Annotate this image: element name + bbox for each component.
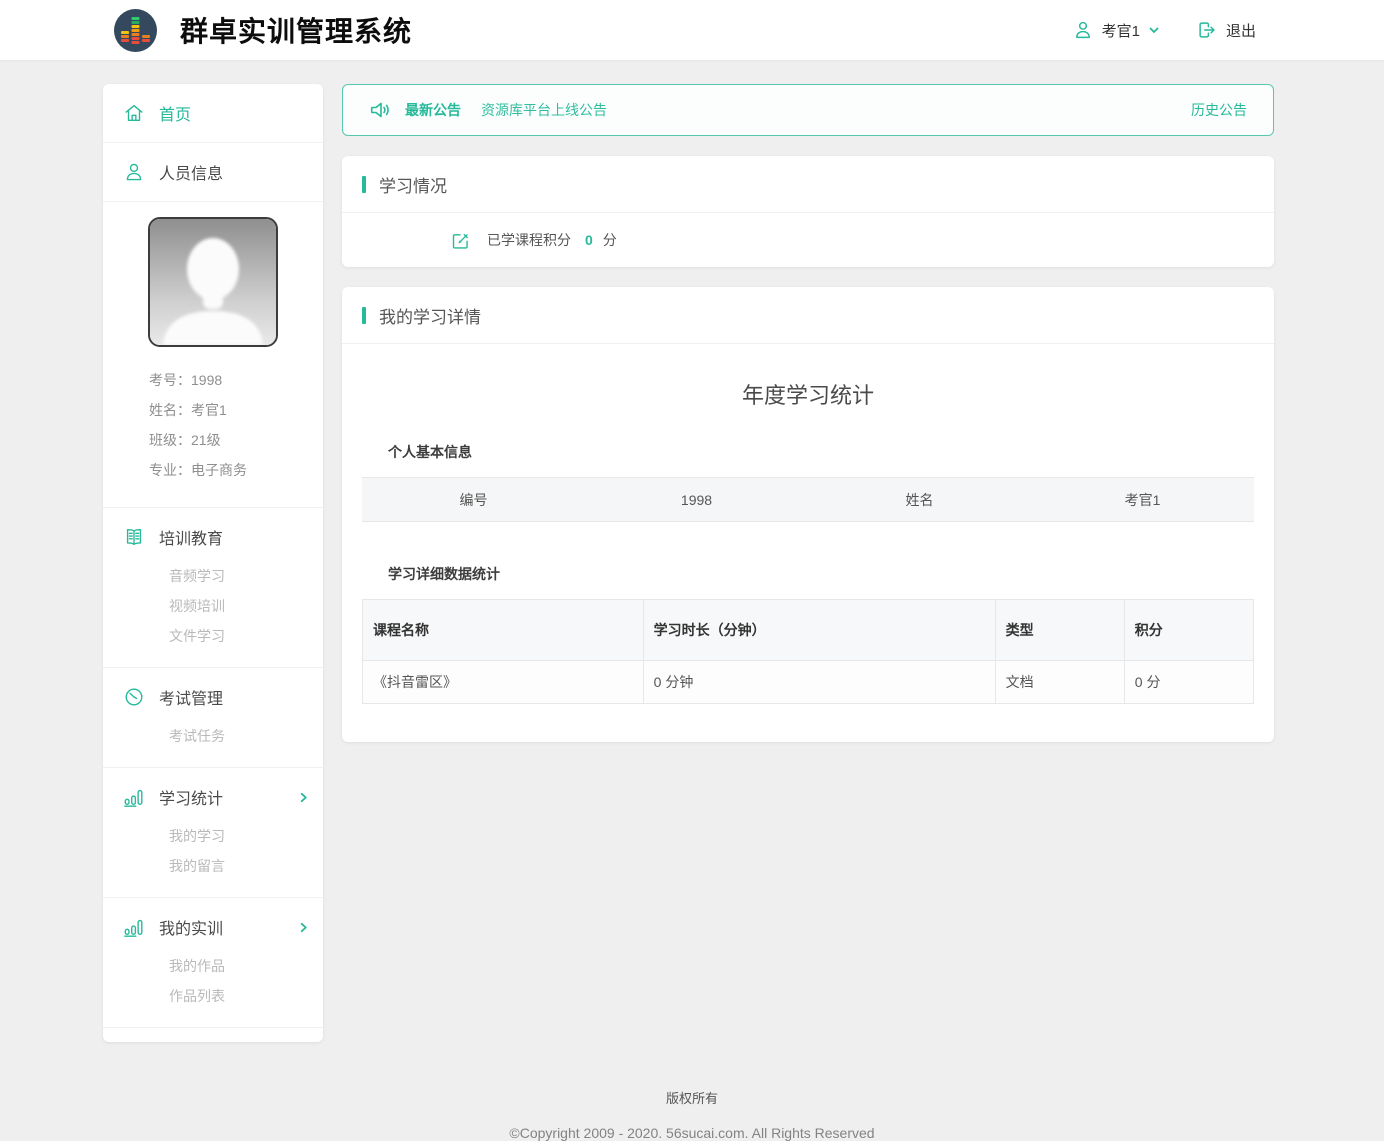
sidebar-home-label: 首页 bbox=[159, 101, 191, 125]
chevron-down-icon bbox=[1148, 24, 1160, 36]
col-course-name: 课程名称 bbox=[363, 600, 644, 661]
person-icon bbox=[123, 161, 145, 183]
user-icon bbox=[1072, 19, 1094, 41]
menu-group-study-stats: 学习统计 我的学习 我的留言 bbox=[103, 768, 323, 898]
basic-name-value: 考官1 bbox=[1031, 490, 1254, 510]
main-content: 最新公告 资源库平台上线公告 历史公告 学习情况 已学课程积分 0 bbox=[342, 84, 1274, 742]
copyright-cn: 版权所有 bbox=[0, 1088, 1384, 1107]
basic-id-label: 编号 bbox=[362, 490, 585, 510]
sidebar-item-home[interactable]: 首页 bbox=[103, 84, 323, 143]
cell-type: 文档 bbox=[995, 661, 1124, 704]
submenu-my-practice: 我的作品 作品列表 bbox=[123, 951, 309, 1011]
study-detail-title: 我的学习详情 bbox=[379, 303, 481, 328]
logout-icon bbox=[1196, 19, 1218, 41]
sidebar-item-file-study[interactable]: 文件学习 bbox=[169, 621, 309, 651]
history-announcements-link[interactable]: 历史公告 bbox=[1191, 100, 1247, 120]
score-value: 0 bbox=[585, 232, 593, 248]
col-type: 类型 bbox=[995, 600, 1124, 661]
sidebar-item-my-works[interactable]: 我的作品 bbox=[169, 951, 309, 981]
study-status-header: 学习情况 bbox=[342, 156, 1274, 213]
logout-label: 退出 bbox=[1226, 20, 1256, 41]
announcement-label: 最新公告 bbox=[405, 100, 461, 120]
cell-score: 0 分 bbox=[1124, 661, 1253, 704]
profile-info-list: 考号：1998 姓名：考官1 班级：21级 专业：电子商务 bbox=[103, 353, 323, 508]
menu-group-my-practice: 我的实训 我的作品 作品列表 bbox=[103, 898, 323, 1028]
col-score: 积分 bbox=[1124, 600, 1253, 661]
announcement-bar: 最新公告 资源库平台上线公告 历史公告 bbox=[342, 84, 1274, 136]
study-detail-card: 我的学习详情 年度学习统计 个人基本信息 编号 1998 姓名 考官1 学习详细… bbox=[342, 287, 1274, 742]
basic-info-row: 编号 1998 姓名 考官1 bbox=[362, 477, 1254, 522]
chevron-right-icon bbox=[298, 922, 309, 933]
speaker-icon bbox=[369, 98, 393, 122]
chevron-right-icon bbox=[298, 792, 309, 803]
submenu-training: 音频学习 视频培训 文件学习 bbox=[123, 561, 309, 651]
app-logo-icon bbox=[113, 8, 158, 53]
sidebar-item-training[interactable]: 培训教育 bbox=[123, 521, 309, 553]
basic-name-label: 姓名 bbox=[808, 490, 1031, 510]
sidebar-item-audio-study[interactable]: 音频学习 bbox=[169, 561, 309, 591]
study-detail-header: 我的学习详情 bbox=[342, 287, 1274, 344]
user-menu[interactable]: 考官1 bbox=[1072, 19, 1160, 41]
app-title: 群卓实训管理系统 bbox=[180, 10, 412, 50]
cell-course-name: 《抖音雷区》 bbox=[363, 661, 644, 704]
avatar bbox=[148, 217, 278, 347]
annual-stats-title: 年度学习统计 bbox=[362, 378, 1254, 410]
menu-exam-label: 考试管理 bbox=[159, 685, 223, 709]
table-row: 《抖音雷区》 0 分钟 文档 0 分 bbox=[363, 661, 1254, 704]
edit-icon bbox=[450, 230, 471, 251]
sidebar-item-my-practice[interactable]: 我的实训 bbox=[123, 911, 309, 943]
menu-study-stats-label: 学习统计 bbox=[159, 785, 223, 809]
sidebar-item-profile[interactable]: 人员信息 bbox=[103, 143, 323, 202]
submenu-exam: 考试任务 bbox=[123, 721, 309, 751]
detail-data-title: 学习详细数据统计 bbox=[388, 564, 1254, 584]
logout-button[interactable]: 退出 bbox=[1196, 19, 1256, 41]
sidebar-item-video-training[interactable]: 视频培训 bbox=[169, 591, 309, 621]
profile-exam-no: 考号：1998 bbox=[149, 365, 323, 395]
score-unit: 分 bbox=[603, 230, 617, 250]
menu-my-practice-label: 我的实训 bbox=[159, 915, 223, 939]
page-footer: 版权所有 ©Copyright 2009 - 2020. 56sucai.com… bbox=[0, 1042, 1384, 1141]
basic-id-value: 1998 bbox=[585, 492, 808, 508]
sidebar-item-my-messages[interactable]: 我的留言 bbox=[169, 851, 309, 881]
submenu-study-stats: 我的学习 我的留言 bbox=[123, 821, 309, 881]
study-data-table: 课程名称 学习时长（分钟） 类型 积分 《抖音雷区》 0 分钟 文档 0 分 bbox=[362, 599, 1254, 704]
title-marker bbox=[362, 307, 366, 324]
title-marker bbox=[362, 176, 366, 193]
sidebar: 首页 人员信息 bbox=[103, 84, 323, 1042]
menu-group-training: 培训教育 音频学习 视频培训 文件学习 bbox=[103, 508, 323, 668]
basic-info-title: 个人基本信息 bbox=[388, 442, 1254, 462]
clock-icon bbox=[123, 686, 145, 708]
bar-chart-icon bbox=[123, 786, 145, 808]
table-header-row: 课程名称 学习时长（分钟） 类型 积分 bbox=[363, 600, 1254, 661]
book-icon bbox=[123, 526, 145, 548]
sidebar-item-my-study[interactable]: 我的学习 bbox=[169, 821, 309, 851]
sidebar-item-study-stats[interactable]: 学习统计 bbox=[123, 781, 309, 813]
col-study-duration: 学习时长（分钟） bbox=[643, 600, 995, 661]
home-icon bbox=[123, 102, 145, 124]
top-header: 群卓实训管理系统 考官1 bbox=[0, 0, 1384, 60]
sidebar-item-works-list[interactable]: 作品列表 bbox=[169, 981, 309, 1011]
score-row: 已学课程积分 0 分 bbox=[342, 213, 1274, 267]
score-label: 已学课程积分 bbox=[487, 230, 571, 250]
menu-group-exam: 考试管理 考试任务 bbox=[103, 668, 323, 768]
sidebar-profile-label: 人员信息 bbox=[159, 160, 223, 184]
menu-training-label: 培训教育 bbox=[159, 525, 223, 549]
profile-class: 班级：21级 bbox=[149, 425, 323, 455]
study-status-title: 学习情况 bbox=[379, 172, 447, 197]
bar-chart-icon bbox=[123, 916, 145, 938]
announcement-link[interactable]: 资源库平台上线公告 bbox=[481, 100, 607, 120]
cell-study-duration: 0 分钟 bbox=[643, 661, 995, 704]
profile-name: 姓名：考官1 bbox=[149, 395, 323, 425]
user-name: 考官1 bbox=[1102, 20, 1140, 41]
sidebar-item-exam-management[interactable]: 考试管理 bbox=[123, 681, 309, 713]
sidebar-item-exam-task[interactable]: 考试任务 bbox=[169, 721, 309, 751]
profile-major: 专业：电子商务 bbox=[149, 455, 323, 485]
copyright-en: ©Copyright 2009 - 2020. 56sucai.com. All… bbox=[0, 1125, 1384, 1141]
study-status-card: 学习情况 已学课程积分 0 分 bbox=[342, 156, 1274, 267]
